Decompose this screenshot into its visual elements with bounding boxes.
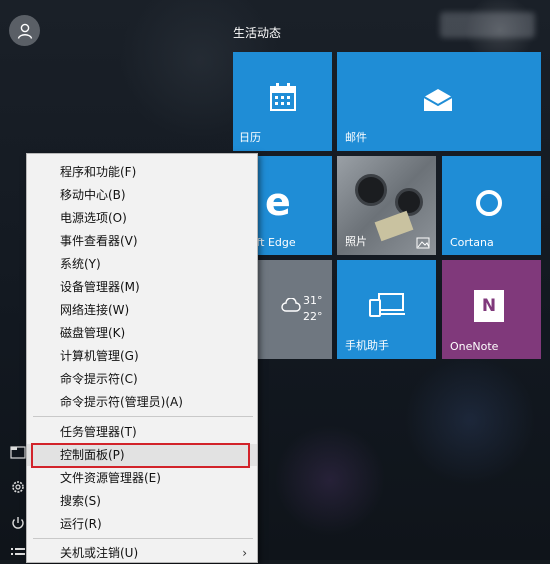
- menu-item-network-connections[interactable]: 网络连接(W): [27, 299, 257, 321]
- phone-companion-tile-label: 手机助手: [345, 339, 389, 352]
- calendar-icon: [270, 83, 296, 111]
- phone-laptop-icon: [369, 293, 405, 317]
- camera-module-image: [355, 174, 387, 206]
- mail-tile[interactable]: 邮件: [337, 52, 541, 151]
- menu-item-device-manager[interactable]: 设备管理器(M): [27, 276, 257, 298]
- menu-item-command-prompt[interactable]: 命令提示符(C): [27, 368, 257, 390]
- photos-tile-label: 照片: [345, 235, 367, 248]
- weather-high: 31°: [303, 294, 323, 307]
- photos-tile[interactable]: 照片: [337, 156, 436, 255]
- settings-gear-icon[interactable]: [8, 477, 28, 497]
- file-explorer-icon[interactable]: [8, 442, 28, 462]
- menu-item-search[interactable]: 搜索(S): [27, 490, 257, 512]
- calendar-tile-label: 日历: [239, 131, 261, 144]
- mail-icon: [423, 89, 453, 111]
- onenote-tile[interactable]: N OneNote: [442, 260, 541, 359]
- onenote-icon: N: [474, 290, 504, 322]
- blurred-region: [440, 12, 535, 38]
- cortana-icon: [476, 190, 502, 216]
- camera-module-image-2: [395, 188, 423, 216]
- user-icon: [17, 23, 32, 39]
- winx-context-menu: 程序和功能(F) 移动中心(B) 电源选项(O) 事件查看器(V) 系统(Y) …: [26, 153, 258, 563]
- cortana-tile-label: Cortana: [450, 236, 494, 249]
- menu-item-shutdown-label: 关机或注销(U): [60, 546, 139, 560]
- menu-separator: [33, 416, 253, 417]
- mail-tile-label: 邮件: [345, 131, 367, 144]
- all-apps-icon[interactable]: [8, 543, 28, 563]
- menu-item-run[interactable]: 运行(R): [27, 513, 257, 535]
- menu-item-disk-management[interactable]: 磁盘管理(K): [27, 322, 257, 344]
- menu-item-power-options[interactable]: 电源选项(O): [27, 207, 257, 229]
- power-icon[interactable]: [8, 513, 28, 533]
- menu-item-system[interactable]: 系统(Y): [27, 253, 257, 275]
- weather-cloud-icon: [281, 298, 301, 312]
- menu-item-file-explorer[interactable]: 文件资源管理器(E): [27, 467, 257, 489]
- menu-item-computer-management[interactable]: 计算机管理(G): [27, 345, 257, 367]
- photo-icon: [416, 237, 430, 249]
- chevron-right-icon: ›: [242, 546, 247, 560]
- menu-item-event-viewer[interactable]: 事件查看器(V): [27, 230, 257, 252]
- weather-low: 22°: [303, 310, 323, 323]
- cortana-tile[interactable]: Cortana: [442, 156, 541, 255]
- menu-item-programs-features[interactable]: 程序和功能(F): [27, 161, 257, 183]
- tile-group-title: 生活动态: [233, 26, 282, 40]
- onenote-tile-label: OneNote: [450, 340, 499, 353]
- phone-companion-tile[interactable]: 手机助手: [337, 260, 436, 359]
- menu-item-command-prompt-admin[interactable]: 命令提示符(管理员)(A): [27, 391, 257, 413]
- user-avatar[interactable]: [9, 15, 40, 46]
- highlight-box: [31, 443, 250, 468]
- menu-item-mobility-center[interactable]: 移动中心(B): [27, 184, 257, 206]
- menu-item-shutdown-signout[interactable]: 关机或注销(U) ›: [27, 542, 257, 564]
- edge-icon: e: [265, 180, 291, 224]
- menu-separator-2: [33, 538, 253, 539]
- calendar-tile[interactable]: 日历: [233, 52, 332, 151]
- menu-item-task-manager[interactable]: 任务管理器(T): [27, 421, 257, 443]
